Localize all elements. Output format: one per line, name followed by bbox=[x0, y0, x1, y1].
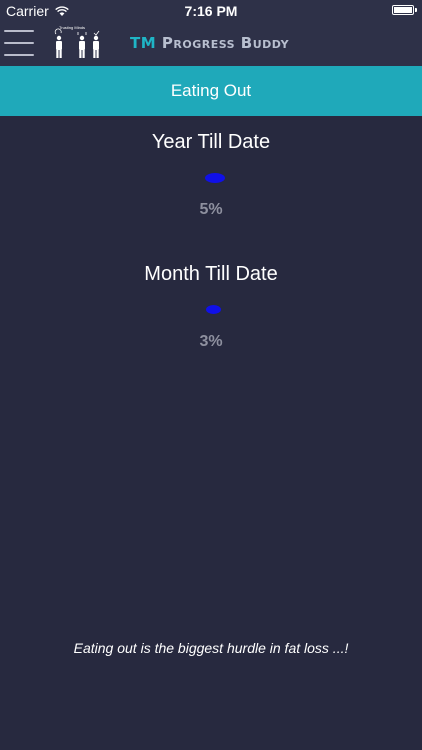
status-bar: Carrier 7:16 PM bbox=[0, 0, 422, 22]
battery-icon bbox=[392, 5, 417, 15]
year-till-date-title: Year Till Date bbox=[151, 131, 271, 153]
menu-line bbox=[4, 54, 34, 56]
section-title: Eating Out bbox=[170, 81, 252, 100]
menu-line bbox=[4, 42, 34, 44]
month-progress-indicator bbox=[206, 305, 221, 314]
section-header: Eating Out bbox=[0, 66, 422, 116]
app-title-rest: Progress Buddy bbox=[161, 34, 290, 52]
status-time: 7:16 PM bbox=[184, 3, 238, 19]
app-title-prefix: TM bbox=[130, 34, 157, 52]
trusting-minds-logo-icon bbox=[54, 28, 100, 58]
menu-line bbox=[4, 30, 34, 32]
month-progress-percent: 3% bbox=[199, 333, 223, 350]
app-title: TM Progress Buddy bbox=[130, 34, 289, 52]
footer-message: Eating out is the biggest hurdle in fat … bbox=[73, 640, 349, 656]
month-till-date-title: Month Till Date bbox=[144, 263, 278, 285]
navbar: Trusting Minds TM Progress Buddy bbox=[0, 22, 422, 66]
year-progress-indicator bbox=[205, 173, 225, 183]
hamburger-menu-button[interactable] bbox=[4, 28, 34, 58]
year-progress-percent: 5% bbox=[199, 201, 223, 218]
